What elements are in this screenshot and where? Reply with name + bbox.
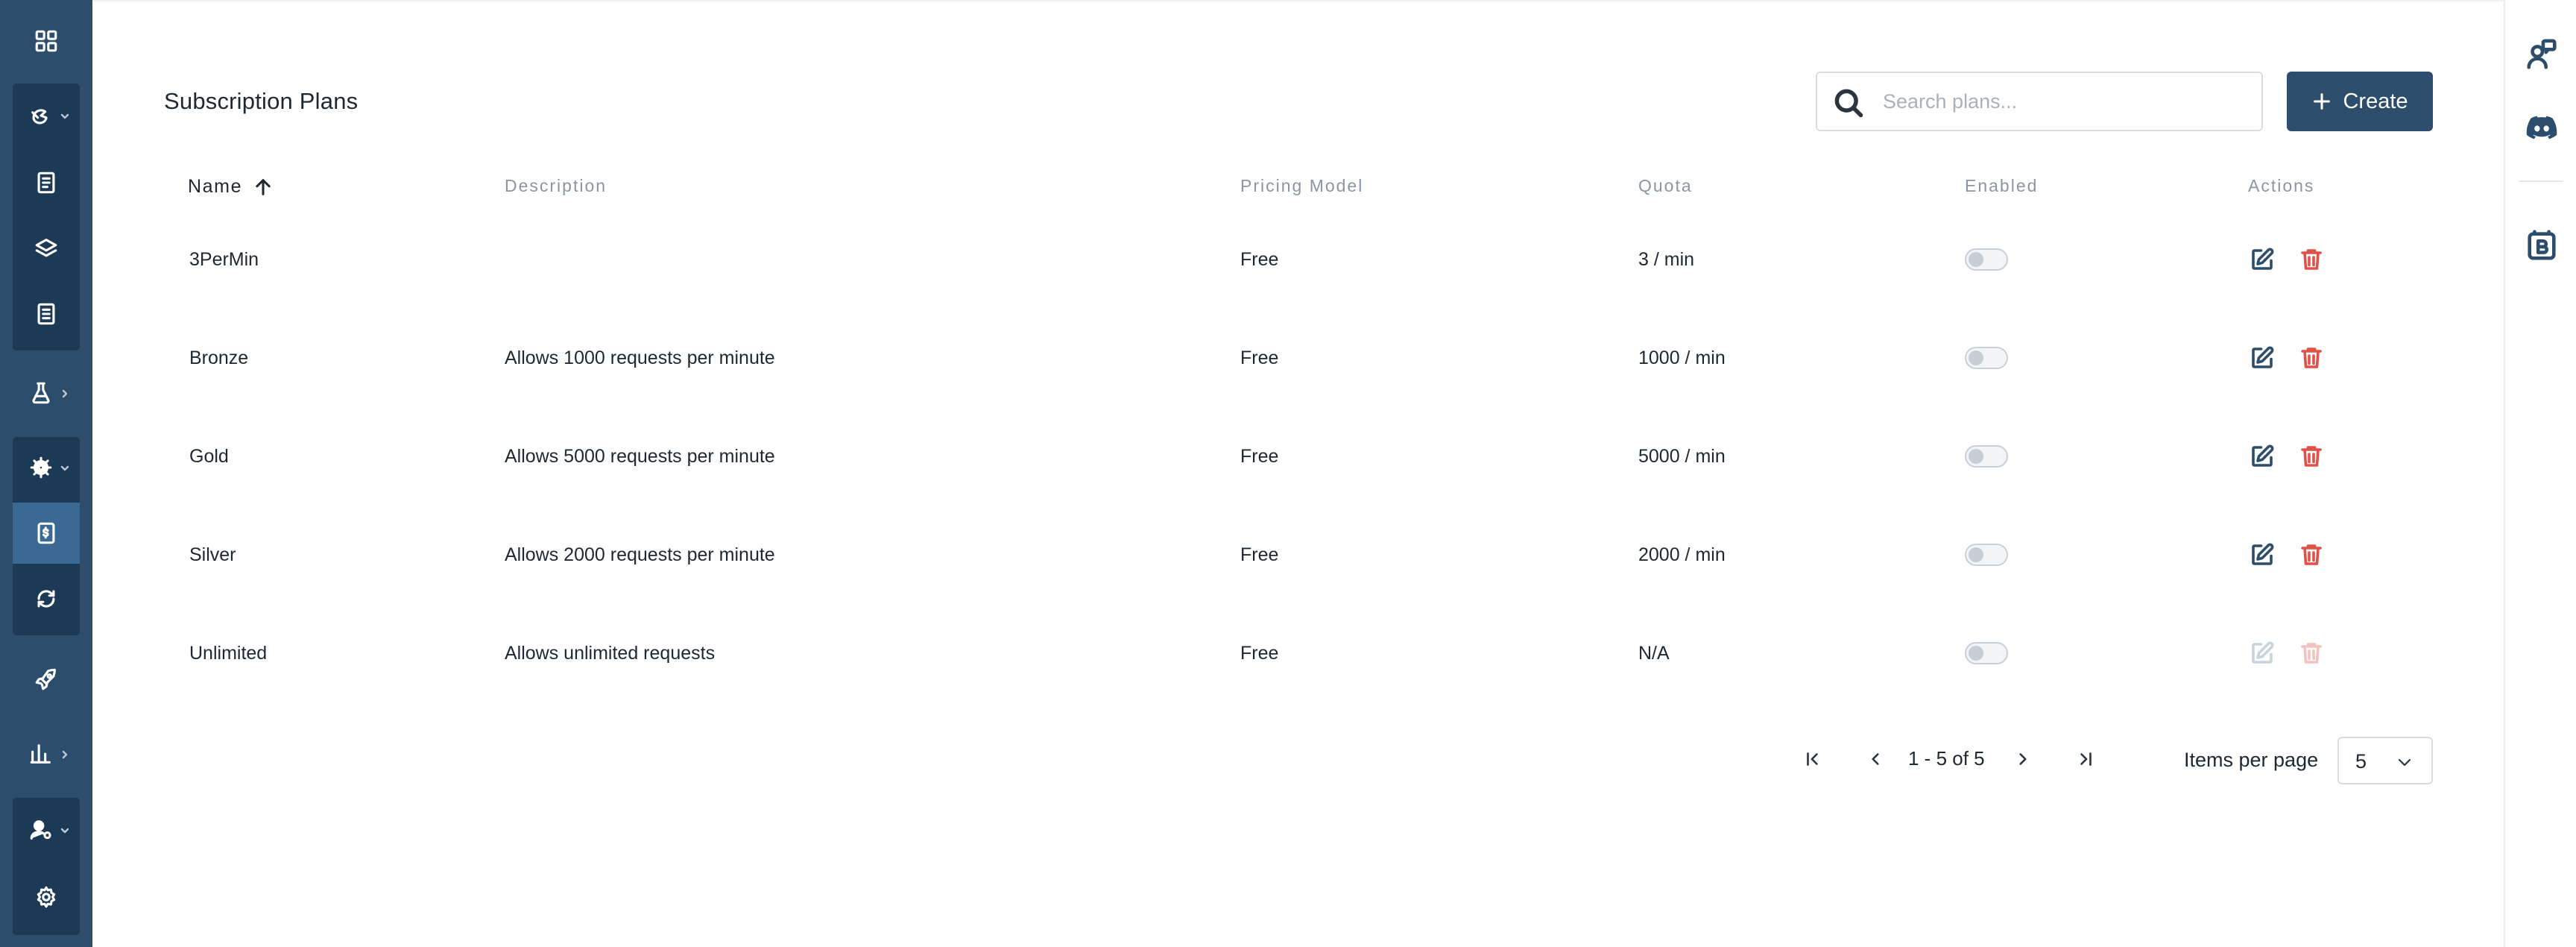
analytics-icon[interactable] [13,723,80,784]
items-per-page-label: Items per page [2184,749,2319,771]
items-per-page-select[interactable]: 5 [2337,737,2433,784]
plan-quota: N/A [1638,642,1670,664]
table-row: Silver Allows 2000 requests per minute F… [164,506,2433,604]
delete-icon[interactable] [2297,442,2326,471]
layers-icon[interactable] [13,218,80,279]
plan-pricing-model: Free [1240,347,1279,368]
plan-description: Allows 5000 requests per minute [505,445,775,467]
enabled-toggle[interactable] [1965,248,2008,271]
plan-pricing-model: Free [1240,544,1279,565]
plan-description: Allows 2000 requests per minute [505,544,775,565]
sync-icon[interactable] [13,568,80,629]
support-chat-icon[interactable] [2523,36,2560,73]
table-row: Unlimited Allows unlimited requests Free… [164,604,2433,702]
edit-icon[interactable] [2248,541,2276,569]
pagination-range: 1 - 5 of 5 [1908,747,1985,770]
enabled-toggle[interactable] [1965,544,2008,566]
plan-name: Unlimited [189,642,268,664]
delete-icon [2297,639,2326,667]
list-icon[interactable] [13,283,80,344]
top-divider [92,0,2504,1]
plan-name: Gold [189,445,229,467]
create-button[interactable]: Create [2287,72,2433,131]
delete-icon[interactable] [2297,344,2326,372]
table-row: 3PerMin Free 3 / min [164,210,2433,309]
delete-icon[interactable] [2297,541,2326,569]
page-title: Subscription Plans [164,88,359,114]
search-icon [1834,89,1863,118]
chevron-down-icon [2398,758,2411,767]
plan-name: 3PerMin [189,248,259,270]
edit-icon[interactable] [2248,245,2276,274]
column-header-pricing-model: Pricing Model [1240,176,1364,195]
settings-gear-icon[interactable] [13,437,80,498]
plan-name: Silver [189,544,236,565]
next-page-icon[interactable] [2008,744,2038,774]
plan-pricing-model: Free [1240,248,1279,270]
plan-name: Bronze [189,347,249,368]
enabled-toggle[interactable] [1965,347,2008,369]
plan-pricing-model: Free [1240,642,1279,664]
b-badge-icon[interactable] [2523,227,2560,264]
table-row: Gold Allows 5000 requests per minute Fre… [164,407,2433,506]
api-nav-group [13,84,80,350]
plus-icon [2314,93,2331,110]
column-header-actions: Actions [2248,176,2315,195]
column-header-enabled: Enabled [1965,176,2039,195]
previous-page-icon[interactable] [1860,744,1890,774]
search-box[interactable] [1816,72,2263,131]
settings-icon[interactable] [13,866,80,928]
edit-icon[interactable] [2248,344,2276,372]
plan-description: Allows 1000 requests per minute [505,347,775,368]
users-icon[interactable] [13,799,80,861]
discord-icon[interactable] [2523,109,2560,146]
edit-icon [2248,639,2276,667]
delete-icon[interactable] [2297,245,2326,274]
create-button-label: Create [2343,89,2408,113]
column-header-quota: Quota [1638,176,1693,195]
admin-nav-group [13,798,80,935]
first-page-icon[interactable] [1798,744,1828,774]
edit-icon[interactable] [2248,442,2276,471]
plan-quota: 2000 / min [1638,544,1726,565]
column-header-name-label: Name [188,176,243,197]
enabled-toggle[interactable] [1965,445,2008,468]
rail-divider [2519,180,2563,182]
plan-quota: 3 / min [1638,248,1695,270]
settings-nav-group [13,437,80,635]
plan-quota: 5000 / min [1638,445,1726,467]
right-rail [2504,0,2576,947]
enabled-toggle[interactable] [1965,642,2008,664]
sort-ascending-icon [256,178,271,195]
document-icon[interactable] [13,152,80,213]
rocket-icon[interactable] [13,649,80,710]
search-input[interactable] [1883,84,2248,119]
dashboard-icon[interactable] [13,10,80,72]
subscription-plans-icon[interactable] [13,503,80,564]
left-navigation [0,0,92,947]
table-row: Bronze Allows 1000 requests per minute F… [164,309,2433,407]
plan-description: Allows unlimited requests [505,642,716,664]
column-header-name[interactable]: Name [188,176,274,198]
plan-quota: 1000 / min [1638,347,1726,368]
column-header-description: Description [505,176,607,195]
last-page-icon[interactable] [2071,744,2100,774]
api-icon[interactable] [13,85,80,146]
flask-icon[interactable] [13,362,80,424]
plan-pricing-model: Free [1240,445,1279,467]
items-per-page-value: 5 [2355,750,2367,773]
